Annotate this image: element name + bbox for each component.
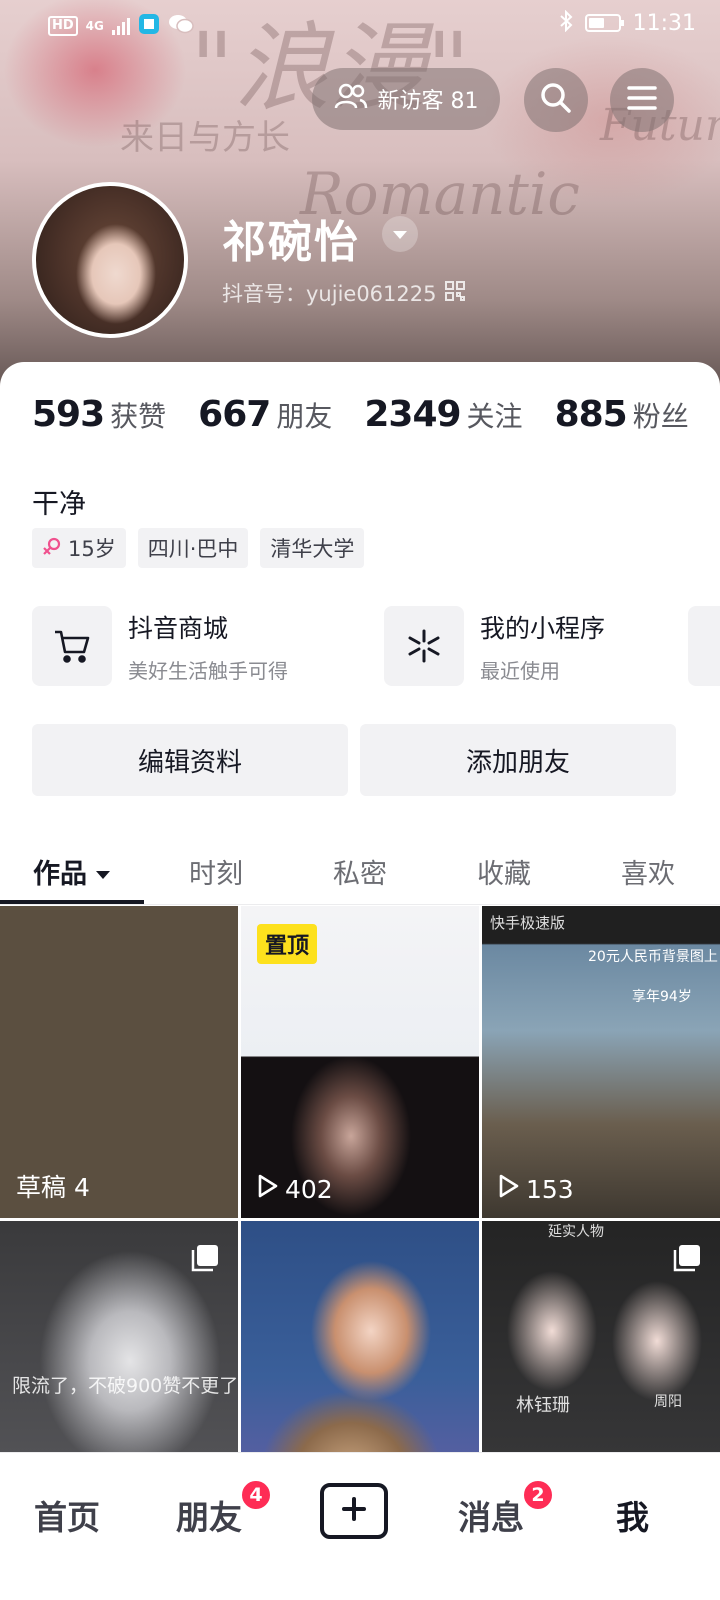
new-visitors-button[interactable]: 新访客 81 [312, 68, 500, 130]
hd-indicator: HD [48, 16, 78, 36]
caret-down-icon [392, 225, 408, 244]
account-switch-button[interactable] [382, 216, 418, 252]
services-row: 抖音商城 美好生活触手可得 我的小程序 最近使用 [32, 606, 720, 686]
signal-icon [111, 17, 130, 35]
mini-program-icon [384, 606, 464, 686]
video-caption: 20元人民币背景图上 [588, 949, 718, 965]
nav-friends[interactable]: 朋友 [176, 1491, 242, 1539]
play-count: 402 [257, 1174, 333, 1204]
nav-home[interactable]: 首页 [34, 1491, 100, 1539]
video-caption: 林钰珊 [516, 1395, 570, 1416]
service-mini-title: 我的小程序 [480, 613, 606, 643]
profile-tags: 15岁 四川·巴中 清华大学 [32, 528, 365, 568]
stat-likes-count: 593 [32, 394, 105, 435]
messages-badge: 2 [522, 1479, 554, 1511]
edit-profile-button[interactable]: 编辑资料 [32, 724, 348, 796]
nav-me[interactable]: 我 [616, 1491, 649, 1539]
caret-down-icon [95, 856, 111, 887]
stat-following[interactable]: 2349 关注 [364, 394, 522, 435]
play-icon [257, 1174, 279, 1204]
service-mall[interactable]: 抖音商城 美好生活触手可得 [32, 606, 288, 686]
female-symbol-icon [42, 536, 62, 561]
tag-school[interactable]: 清华大学 [260, 528, 365, 568]
network-type: 4G [85, 19, 104, 33]
qr-code-icon [444, 280, 465, 306]
tabs-divider [0, 904, 720, 905]
avatar[interactable] [32, 182, 188, 338]
image-set-icon [672, 1243, 702, 1273]
tag-location[interactable]: 四川·巴中 [137, 528, 249, 568]
tab-likes[interactable]: 喜欢 [576, 838, 720, 904]
stat-followers-label: 粉丝 [632, 400, 689, 433]
stat-likes[interactable]: 593 获赞 [32, 394, 166, 435]
bluetooth-icon [559, 9, 573, 36]
video-caption: 享年94岁 [632, 989, 692, 1005]
battery-icon [584, 14, 624, 32]
stat-likes-label: 获赞 [110, 400, 167, 433]
profile-bio[interactable]: 干净 [32, 482, 86, 521]
tab-private[interactable]: 私密 [288, 838, 432, 904]
tab-works[interactable]: 作品 [0, 838, 144, 904]
create-button[interactable] [320, 1483, 388, 1539]
video-caption: 周阳 [654, 1394, 682, 1410]
tab-works-label: 作品 [33, 858, 87, 890]
visitors-label: 新访客 81 [377, 89, 479, 114]
tag-age[interactable]: 15岁 [32, 528, 126, 568]
play-count-text: 402 [285, 1174, 333, 1204]
stat-followers-count: 885 [554, 394, 628, 435]
plus-icon [341, 1496, 367, 1526]
tab-moments[interactable]: 时刻 [144, 838, 288, 904]
tag-location-text: 四川·巴中 [147, 537, 239, 561]
add-friend-button[interactable]: 添加朋友 [360, 724, 676, 796]
douyin-id[interactable]: 抖音号：yujie061225 [222, 278, 465, 308]
tab-favorites[interactable]: 收藏 [432, 838, 576, 904]
service-mall-sub: 美好生活触手可得 [128, 658, 288, 683]
grid-item-drafts[interactable]: 草稿 4 [0, 906, 238, 1218]
nav-messages[interactable]: 消息 [458, 1491, 524, 1539]
stat-friends[interactable]: 667 朋友 [198, 394, 332, 435]
reader-app-icon [138, 13, 160, 39]
service-mini-programs[interactable]: 我的小程序 最近使用 [384, 606, 605, 686]
service-mini-sub: 最近使用 [480, 658, 560, 683]
douyin-id-text: 抖音号：yujie061225 [222, 282, 437, 306]
stat-followers[interactable]: 885 粉丝 [555, 394, 689, 435]
hamburger-icon [627, 85, 657, 115]
tag-age-text: 15岁 [68, 537, 116, 561]
tag-school-text: 清华大学 [270, 537, 355, 561]
play-count: 153 [498, 1174, 574, 1204]
wechat-icon [168, 13, 194, 39]
search-button[interactable] [524, 68, 588, 132]
grid-item-video[interactable]: 快手极速版 20元人民币背景图上 享年94岁 153 [482, 906, 720, 1218]
video-caption: 限流了，不破900赞不更了 [12, 1375, 238, 1397]
visitors-icon [334, 83, 368, 115]
drafts-label: 草稿 4 [16, 1173, 90, 1202]
service-mall-title: 抖音商城 [128, 613, 229, 643]
play-count-text: 153 [526, 1174, 574, 1204]
stat-following-label: 关注 [466, 400, 523, 433]
bottom-nav: 首页 朋友 4 消息 2 我 [0, 1452, 720, 1600]
service-next-peek[interactable] [688, 606, 720, 686]
clock: 11:31 [632, 10, 696, 36]
stat-friends-label: 朋友 [276, 400, 333, 433]
pinned-badge: 置顶 [257, 924, 318, 964]
stat-following-count: 2349 [364, 394, 461, 435]
menu-button[interactable] [610, 68, 674, 132]
search-icon [540, 82, 572, 118]
video-watermark: 快手极速版 [490, 914, 566, 932]
status-bar: HD 4G 11:31 [0, 0, 720, 48]
friends-badge: 4 [240, 1479, 272, 1511]
profile-name[interactable]: 祁碗怡 [222, 206, 360, 270]
cover-deco-phrase: 来日与方长 [120, 118, 290, 158]
stat-friends-count: 667 [198, 394, 271, 435]
profile-stats: 593 获赞 667 朋友 2349 关注 885 粉丝 [32, 394, 689, 435]
cart-icon [32, 606, 112, 686]
grid-item-video[interactable]: 置顶 402 [241, 906, 479, 1218]
profile-cover[interactable]: "浪漫" Romantic Future 来日与方长 HD 4G 11:31 新… [0, 0, 720, 400]
content-tabs: 作品 时刻 私密 收藏 喜欢 [0, 838, 720, 904]
play-icon [498, 1174, 520, 1204]
video-caption: 延实人物 [548, 1224, 604, 1240]
image-set-icon [190, 1243, 220, 1273]
profile-card: 593 获赞 667 朋友 2349 关注 885 粉丝 干净 15岁 四川·巴… [0, 362, 720, 1600]
